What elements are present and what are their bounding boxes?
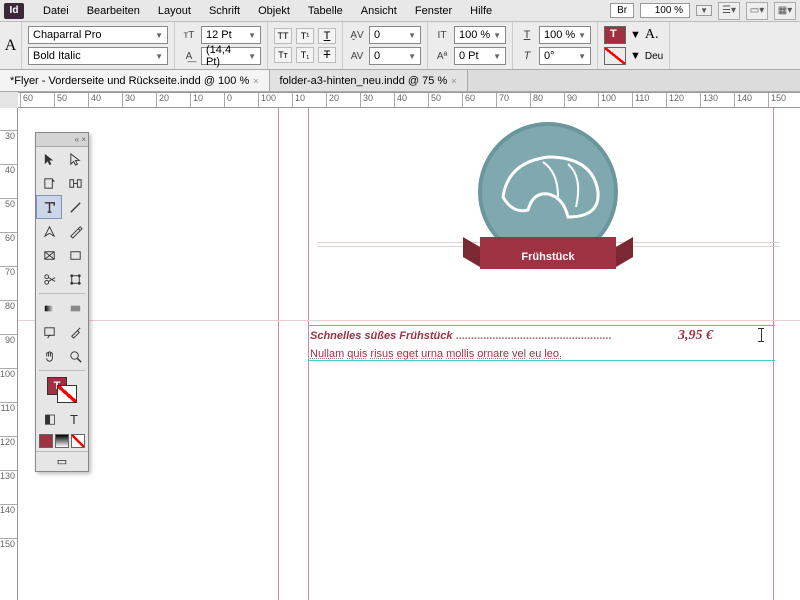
- hand-tool[interactable]: [36, 344, 62, 368]
- tracking-icon: AV: [349, 48, 365, 64]
- selection-tool[interactable]: [36, 147, 62, 171]
- font-family-field[interactable]: Chaparral Pro▼: [28, 26, 168, 44]
- character-style-icon[interactable]: A.: [645, 27, 659, 43]
- underline-button[interactable]: T: [318, 28, 336, 44]
- bridge-button[interactable]: Br: [610, 3, 634, 18]
- menu-datei[interactable]: Datei: [34, 2, 78, 20]
- menu-layout[interactable]: Layout: [149, 2, 200, 20]
- tab-leader: ........................................…: [456, 330, 612, 342]
- view-options-icon[interactable]: ☰▾: [718, 2, 740, 20]
- screen-mode-icon[interactable]: ▭▾: [746, 2, 768, 20]
- zoom-tool[interactable]: [62, 344, 88, 368]
- document-tab-1[interactable]: *Flyer - Vorderseite und Rückseite.indd …: [0, 70, 270, 91]
- character-mode-icon[interactable]: A: [0, 22, 22, 69]
- stroke-dropdown[interactable]: ▼: [630, 50, 641, 62]
- superscript-button[interactable]: T¹: [296, 28, 314, 44]
- view-mode-toggle[interactable]: ▭: [36, 451, 88, 471]
- kerning-field[interactable]: 0▼: [369, 26, 421, 44]
- guide-page-edge[interactable]: [278, 108, 279, 600]
- text-frame-edge[interactable]: [308, 325, 775, 326]
- document-tab-2[interactable]: folder-a3-hinten_neu.indd @ 75 %×: [270, 70, 468, 91]
- pencil-tool[interactable]: [62, 219, 88, 243]
- free-transform-tool[interactable]: [62, 267, 88, 291]
- pen-tool[interactable]: [36, 219, 62, 243]
- font-size-field[interactable]: 12 Pt▼: [201, 26, 261, 44]
- vertical-scale-field[interactable]: 100 %▼: [454, 26, 506, 44]
- baseline-shift-field[interactable]: 0 Pt▼: [454, 47, 506, 65]
- fill-dropdown[interactable]: ▼: [630, 29, 641, 41]
- small-caps-button[interactable]: Tᴛ: [274, 47, 292, 63]
- type-tool[interactable]: [36, 195, 62, 219]
- croissant-badge: Frühstück: [448, 122, 648, 272]
- gradient-swatch-tool[interactable]: [36, 296, 62, 320]
- language-field[interactable]: Deu: [645, 51, 663, 62]
- page-tool[interactable]: [36, 171, 62, 195]
- note-tool[interactable]: [36, 320, 62, 344]
- stroke-color-swatch[interactable]: [57, 385, 77, 403]
- fill-swatch[interactable]: [604, 26, 626, 44]
- guide-margin-left[interactable]: [308, 108, 309, 600]
- horizontal-ruler[interactable]: 6050403020100100102030405060708090100110…: [18, 92, 800, 108]
- strikethrough-button[interactable]: T: [318, 47, 336, 63]
- gradient-feather-tool[interactable]: [62, 296, 88, 320]
- tools-panel[interactable]: « × T ◧ T ▭: [35, 132, 89, 472]
- scissors-tool[interactable]: [36, 267, 62, 291]
- rectangle-tool[interactable]: [62, 243, 88, 267]
- direct-selection-tool[interactable]: [62, 147, 88, 171]
- baseline-shift-icon: Aª: [434, 48, 450, 64]
- font-style-field[interactable]: Bold Italic▼: [28, 47, 168, 65]
- menu-tabelle[interactable]: Tabelle: [299, 2, 352, 20]
- indesign-logo: Id: [4, 3, 24, 19]
- close-icon[interactable]: ×: [253, 76, 258, 86]
- document-tab-bar: *Flyer - Vorderseite und Rückseite.indd …: [0, 70, 800, 92]
- line-tool[interactable]: [62, 195, 88, 219]
- leading-field[interactable]: (14,4 Pt)▼: [201, 47, 261, 65]
- panel-header[interactable]: « ×: [36, 133, 88, 147]
- menu-schrift[interactable]: Schrift: [200, 2, 249, 20]
- font-size-icon: тT: [181, 27, 197, 43]
- eyedropper-tool[interactable]: [62, 320, 88, 344]
- formatting-container-icon[interactable]: ◧: [39, 410, 61, 428]
- menubar: Id Datei Bearbeiten Layout Schrift Objek…: [0, 0, 800, 22]
- apply-gradient[interactable]: [55, 434, 69, 448]
- apply-color[interactable]: [39, 434, 53, 448]
- document-canvas[interactable]: Frühstück Schnelles süßes Frühstück ....…: [18, 108, 800, 600]
- formatting-text-icon[interactable]: T: [63, 410, 85, 428]
- guide-baseline[interactable]: [18, 320, 800, 321]
- menu-fenster[interactable]: Fenster: [406, 2, 461, 20]
- tracking-field[interactable]: 0▼: [369, 47, 421, 65]
- vertical-scale-icon: IT: [434, 27, 450, 43]
- stroke-swatch[interactable]: [604, 47, 626, 65]
- apply-none[interactable]: [71, 434, 85, 448]
- control-bar: A Chaparral Pro▼ Bold Italic▼ тT12 Pt▼ A…: [0, 22, 800, 70]
- all-caps-button[interactable]: TT: [274, 28, 292, 44]
- zoom-dropdown[interactable]: ▼: [696, 5, 712, 16]
- svg-text:Frühstück: Frühstück: [521, 251, 575, 263]
- menu-hilfe[interactable]: Hilfe: [461, 2, 501, 20]
- menu-ansicht[interactable]: Ansicht: [352, 2, 406, 20]
- subscript-button[interactable]: T₁: [296, 47, 314, 63]
- skew-icon: T: [519, 48, 535, 64]
- menu-item-title[interactable]: Schnelles süßes Frühstück ..............…: [310, 328, 612, 344]
- menu-item-price[interactable]: 3,95 €: [678, 328, 713, 344]
- kerning-icon: A̬V: [349, 27, 365, 43]
- gap-tool[interactable]: [62, 171, 88, 195]
- menu-item-description[interactable]: Nullam quis risus eget urna mollis ornar…: [310, 346, 562, 361]
- arrange-docs-icon[interactable]: ▦▾: [774, 2, 796, 20]
- vertical-ruler[interactable]: 30405060708090100110120130140150: [0, 108, 18, 600]
- rectangle-frame-tool[interactable]: [36, 243, 62, 267]
- zoom-level[interactable]: 100 %: [640, 3, 690, 18]
- menu-bearbeiten[interactable]: Bearbeiten: [78, 2, 149, 20]
- menu-objekt[interactable]: Objekt: [249, 2, 299, 20]
- text-cursor: [761, 328, 762, 342]
- horizontal-scale-icon: T: [519, 27, 535, 43]
- skew-field[interactable]: 0°▼: [539, 47, 591, 65]
- horizontal-scale-field[interactable]: 100 %▼: [539, 26, 591, 44]
- close-icon[interactable]: ×: [451, 76, 456, 86]
- guide-margin-right[interactable]: [773, 108, 774, 600]
- leading-icon: A͟: [181, 48, 197, 64]
